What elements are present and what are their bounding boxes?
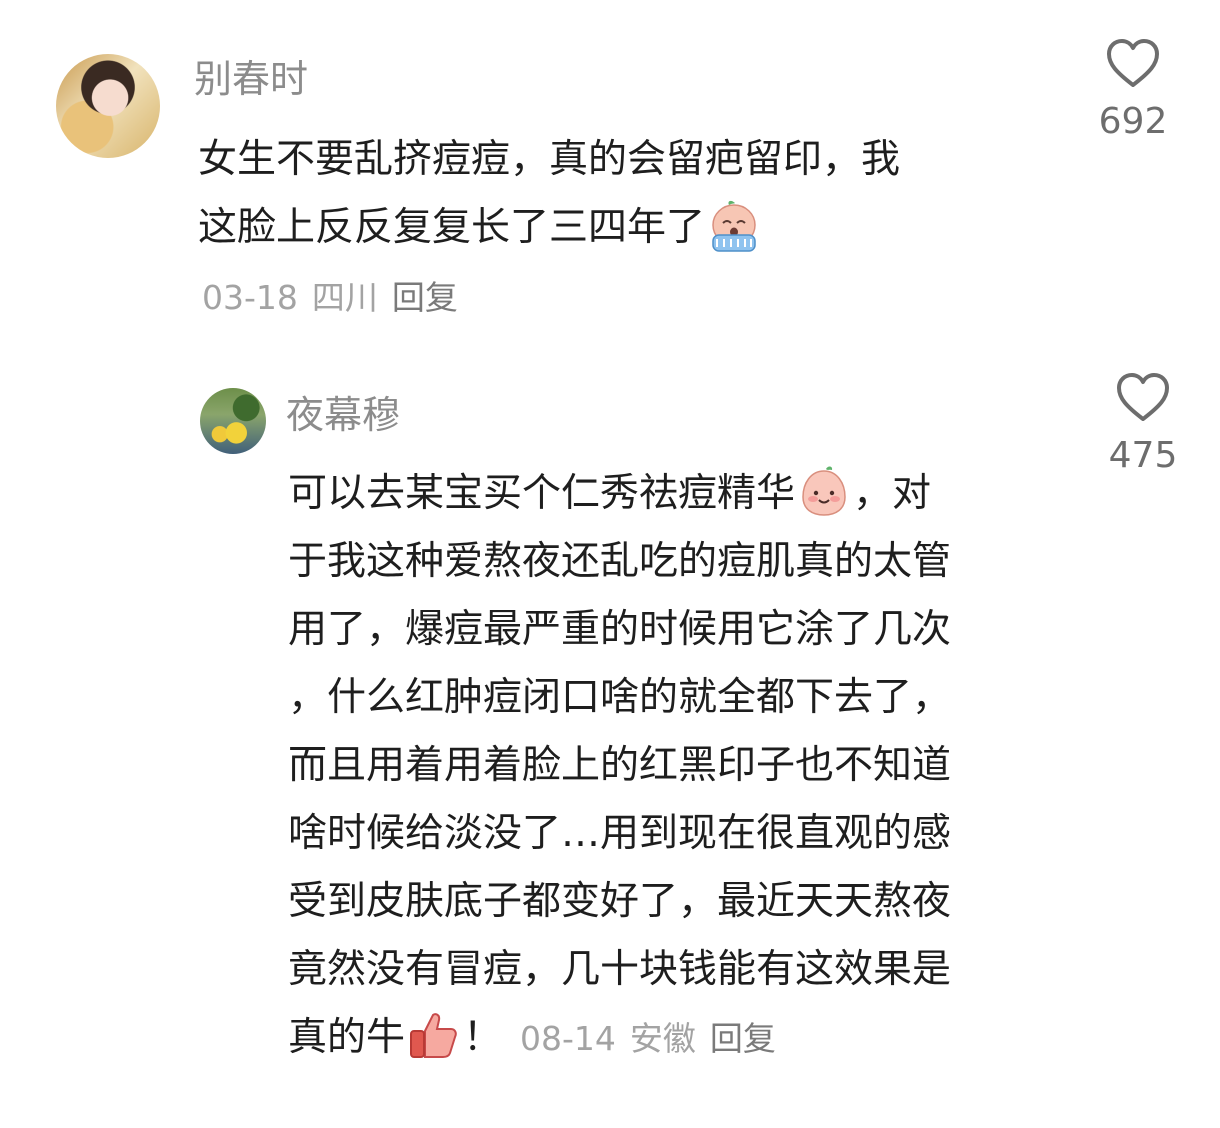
comment-text-line: 啥时候给淡没了…用到现在很直观的感: [288, 811, 952, 856]
heart-icon: [1117, 373, 1169, 421]
comment-meta: 03-18 四川 回复: [202, 281, 472, 314]
like-count: 692: [1098, 101, 1168, 142]
comment-text-line: 用了，爆痘最严重的时候用它涂了几次: [288, 607, 952, 652]
crying-face-emoji: [712, 200, 756, 252]
smiling-face-emoji: [802, 465, 846, 516]
comment-date: 08-14: [520, 1019, 616, 1058]
comment-text-line: 女生不要乱挤痘痘，真的会留疤留印，我: [198, 137, 901, 182]
comment-username[interactable]: 夜幕穆: [286, 396, 400, 434]
comment-text-line: 于我这种爱熬夜还乱吃的痘肌真的太管: [288, 539, 952, 584]
comment-location: 四川: [311, 278, 378, 317]
avatar[interactable]: [56, 54, 160, 158]
thumbs-up-emoji: [410, 1012, 457, 1058]
comment-text-fragment: 可以去某宝买个仁秀祛痘精华: [288, 471, 796, 516]
comment-text-line: 这脸上反反复复长了三四年了: [198, 194, 1048, 262]
heart-icon: [1107, 39, 1159, 87]
comment-text-line: 真的牛 ！ 08-14 安徽 回复: [288, 1004, 1068, 1073]
comment-text-fragment: ，对: [853, 471, 932, 516]
comment-text-line: 竟然没有冒痘，几十块钱能有这效果是: [288, 947, 952, 992]
comment-username[interactable]: 别春时: [194, 60, 308, 98]
like-button[interactable]: 692: [1088, 36, 1178, 140]
like-button[interactable]: 475: [1098, 370, 1188, 474]
comment-text-fragment: 真的牛: [288, 1015, 406, 1060]
comment-text-fragment: 这脸上反反复复长了三四年了: [198, 205, 706, 250]
comment-text-line: 受到皮肤底子都变好了，最近天天熬夜: [288, 879, 952, 924]
reply-comment-item: 夜幕穆 可以去某宝买个仁秀祛痘精华 ，对 于我这种爱熬夜还乱吃的痘肌真的太管 用…: [0, 340, 1220, 1128]
comment-item: 别春时 女生不要乱挤痘痘，真的会留疤留印，我 这脸上反反复复长了三四年了 03-…: [0, 0, 1220, 340]
comment-text-line: ，什么红肿痘闭口啥的就全都下去了，: [288, 675, 952, 720]
comment-text-line: 可以去某宝买个仁秀祛痘精华 ，对: [288, 460, 1068, 528]
like-count: 475: [1108, 435, 1178, 476]
comment-meta: 08-14 安徽 回复: [520, 1019, 790, 1058]
comment-text: 可以去某宝买个仁秀祛痘精华 ，对 于我这种爱熬夜还乱吃的痘肌真的太管 用了，爆痘…: [288, 460, 1068, 1073]
comment-location: 安徽: [629, 1019, 696, 1058]
comment-text: 女生不要乱挤痘痘，真的会留疤留印，我 这脸上反反复复长了三四年了: [198, 126, 1048, 262]
reply-button[interactable]: 回复: [710, 1019, 776, 1058]
comment-text-fragment: ！: [463, 1015, 503, 1060]
comment-text-line: 而且用着用着脸上的红黑印子也不知道: [288, 743, 952, 788]
reply-button[interactable]: 回复: [392, 278, 458, 317]
comment-date: 03-18: [202, 278, 298, 317]
avatar[interactable]: [200, 388, 266, 454]
